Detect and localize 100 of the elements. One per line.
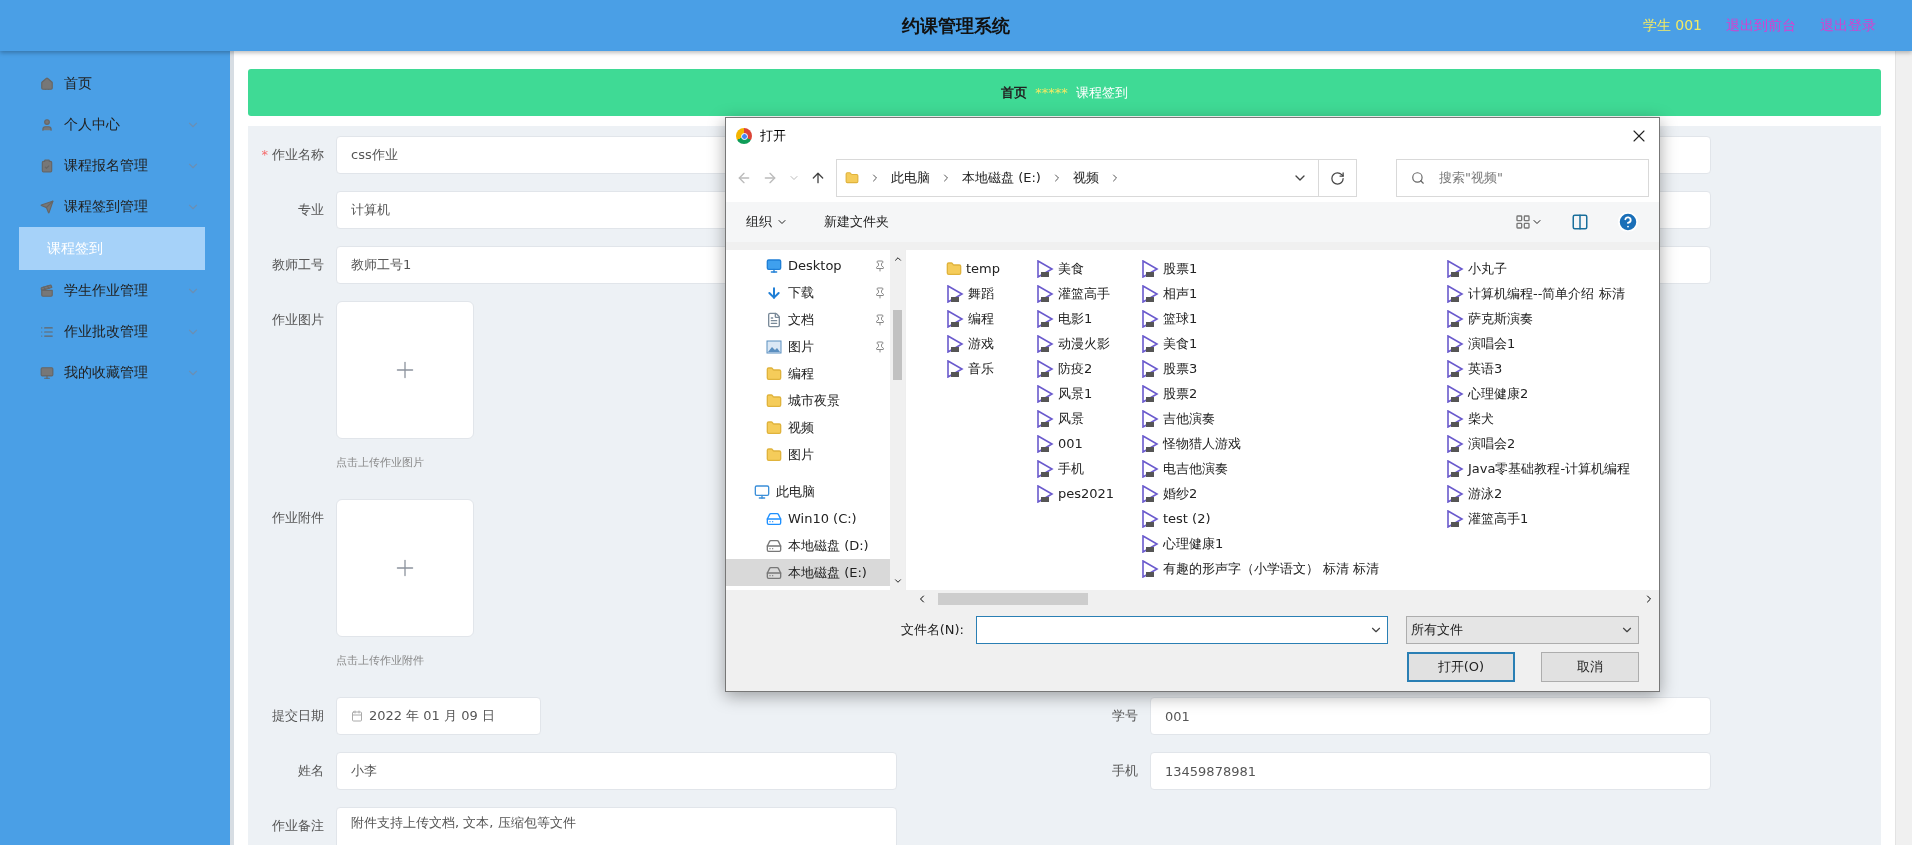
file-item[interactable]: 柴犬 <box>1446 406 1659 431</box>
nav-pane-item[interactable]: 本地磁盘 (D:) <box>726 532 890 559</box>
file-item[interactable]: 股票3 <box>1141 356 1446 381</box>
file-item[interactable]: 美食1 <box>1141 331 1446 356</box>
video-file-icon <box>1036 409 1054 428</box>
file-item[interactable]: 防疫2 <box>1036 356 1141 381</box>
file-item[interactable]: 婚纱2 <box>1141 481 1446 506</box>
horizontal-scrollbar[interactable] <box>726 590 1659 608</box>
file-item[interactable]: 英语3 <box>1446 356 1659 381</box>
preview-pane-button[interactable] <box>1571 213 1589 231</box>
forward-button[interactable] <box>762 170 778 186</box>
file-item[interactable]: Java零基础教程-计算机编程 <box>1446 456 1659 481</box>
path-segment[interactable]: 本地磁盘 (E:) <box>962 169 1041 187</box>
file-item[interactable]: 股票2 <box>1141 381 1446 406</box>
refresh-icon <box>1330 170 1345 186</box>
video-file-icon <box>1446 509 1464 528</box>
file-item[interactable]: 电影1 <box>1036 306 1141 331</box>
date-field[interactable]: 2022 年 01 月 09 日 <box>336 697 541 735</box>
view-options-button[interactable] <box>1515 214 1543 230</box>
nav-pane-item[interactable]: 视频 <box>726 414 890 441</box>
organize-menu-button[interactable]: 组织 <box>746 213 788 231</box>
pin-icon <box>874 340 886 353</box>
input-field[interactable]: 13459878981 <box>1150 752 1711 790</box>
file-item[interactable]: 萨克斯演奏 <box>1446 306 1659 331</box>
file-item[interactable]: 演唱会1 <box>1446 331 1659 356</box>
file-item[interactable]: 风景1 <box>1036 381 1141 406</box>
file-item[interactable]: 怪物猎人游戏 <box>1141 431 1446 456</box>
open-button[interactable]: 打开(O) <box>1407 652 1515 682</box>
search-field[interactable]: 搜索"视频" <box>1396 159 1649 197</box>
video-file-icon <box>1141 484 1159 503</box>
calendar-icon <box>351 710 363 722</box>
nav-pane-item[interactable]: 图片 <box>726 333 890 360</box>
file-item[interactable]: 001 <box>1036 431 1141 456</box>
nav-pane-item[interactable]: 文档 <box>726 306 890 333</box>
file-item[interactable]: 有趣的形声字（小学语文） 标清 标清 <box>1141 556 1446 581</box>
sidebar-item[interactable]: 作业批改管理 <box>0 311 230 352</box>
file-type-select[interactable]: 所有文件 <box>1406 616 1639 644</box>
sidebar-item[interactable]: 课程签到管理 <box>0 186 230 227</box>
nav-pane-item[interactable]: 城市夜景 <box>726 387 890 414</box>
sidebar-item[interactable]: 课程报名管理 <box>0 145 230 186</box>
file-item[interactable]: 音乐 <box>946 356 1036 381</box>
sidebar-item[interactable]: 我的收藏管理 <box>0 352 230 393</box>
scrollbar-thumb[interactable] <box>938 593 1088 605</box>
nav-pane-item[interactable]: 编程 <box>726 360 890 387</box>
refresh-button[interactable] <box>1319 159 1357 197</box>
help-button[interactable] <box>1617 211 1639 233</box>
nav-pane-item[interactable]: Desktop <box>726 252 890 279</box>
scrollbar-thumb[interactable] <box>893 310 902 380</box>
video-file-icon <box>1141 434 1159 453</box>
file-item[interactable]: 相声1 <box>1141 281 1446 306</box>
file-item[interactable]: 风景 <box>1036 406 1141 431</box>
nav-pane-item[interactable]: 本地磁盘 (E:) <box>726 559 890 586</box>
file-item[interactable]: 计算机编程--简单介绍 标清 <box>1446 281 1659 306</box>
file-item[interactable]: temp <box>946 256 1036 281</box>
breadcrumb-home[interactable]: 首页 <box>1001 83 1028 102</box>
textarea-field[interactable]: 附件支持上传文档, 文本, 压缩包等文件 <box>336 807 897 845</box>
nav-pane-item[interactable]: Win10 (C:) <box>726 505 890 532</box>
video-file-icon <box>1036 259 1054 278</box>
sidebar-item[interactable]: 个人中心 <box>0 104 230 145</box>
file-item[interactable]: 电吉他演奏 <box>1141 456 1446 481</box>
video-file-icon <box>1036 359 1054 378</box>
breadcrumb-current: 课程签到 <box>1075 83 1128 102</box>
upload-area[interactable] <box>336 499 474 637</box>
file-item[interactable]: 舞蹈 <box>946 281 1036 306</box>
file-item[interactable]: pes2021 <box>1036 481 1141 506</box>
browser-logo-icon <box>736 128 752 144</box>
file-item[interactable]: 心理健康2 <box>1446 381 1659 406</box>
file-item[interactable]: 编程 <box>946 306 1036 331</box>
file-item[interactable]: 演唱会2 <box>1446 431 1659 456</box>
cancel-button[interactable]: 取消 <box>1541 652 1639 682</box>
upload-area[interactable] <box>336 301 474 439</box>
file-item[interactable]: 手机 <box>1036 456 1141 481</box>
file-item[interactable]: 游戏 <box>946 331 1036 356</box>
file-item[interactable]: 灌篮高手1 <box>1446 506 1659 531</box>
filename-field[interactable] <box>976 616 1388 644</box>
file-item[interactable]: 心理健康1 <box>1141 531 1446 556</box>
file-item[interactable]: 动漫火影 <box>1036 331 1141 356</box>
file-item[interactable]: 美食 <box>1036 256 1141 281</box>
sidebar-item[interactable]: 学生作业管理 <box>0 270 230 311</box>
back-button[interactable] <box>736 170 752 186</box>
nav-item-label: 下载 <box>788 283 815 302</box>
file-item[interactable]: 篮球1 <box>1141 306 1446 331</box>
path-segment[interactable]: 视频 <box>1072 169 1099 187</box>
sidebar-item[interactable]: 首页 <box>0 63 230 104</box>
file-item[interactable]: 小丸子 <box>1446 256 1659 281</box>
field-label: * 作业名称 <box>260 146 324 164</box>
scrollbar[interactable] <box>1895 51 1912 845</box>
up-button[interactable] <box>810 170 826 186</box>
file-item[interactable]: 灌篮高手 <box>1036 281 1141 306</box>
file-item[interactable]: 吉他演奏 <box>1141 406 1446 431</box>
file-item[interactable]: test (2) <box>1141 506 1446 531</box>
file-item[interactable]: 股票1 <box>1141 256 1446 281</box>
nav-pane-item[interactable]: 此电脑 <box>726 478 890 505</box>
nav-item-label: Win10 (C:) <box>788 511 858 526</box>
nav-pane-item[interactable]: 图片 <box>726 441 890 468</box>
input-field[interactable]: 001 <box>1150 697 1711 735</box>
video-file-icon <box>1141 459 1159 478</box>
input-field[interactable]: 小李 <box>336 752 897 790</box>
new-folder-button[interactable]: 新建文件夹 <box>824 213 889 231</box>
file-item[interactable]: 游泳2 <box>1446 481 1659 506</box>
